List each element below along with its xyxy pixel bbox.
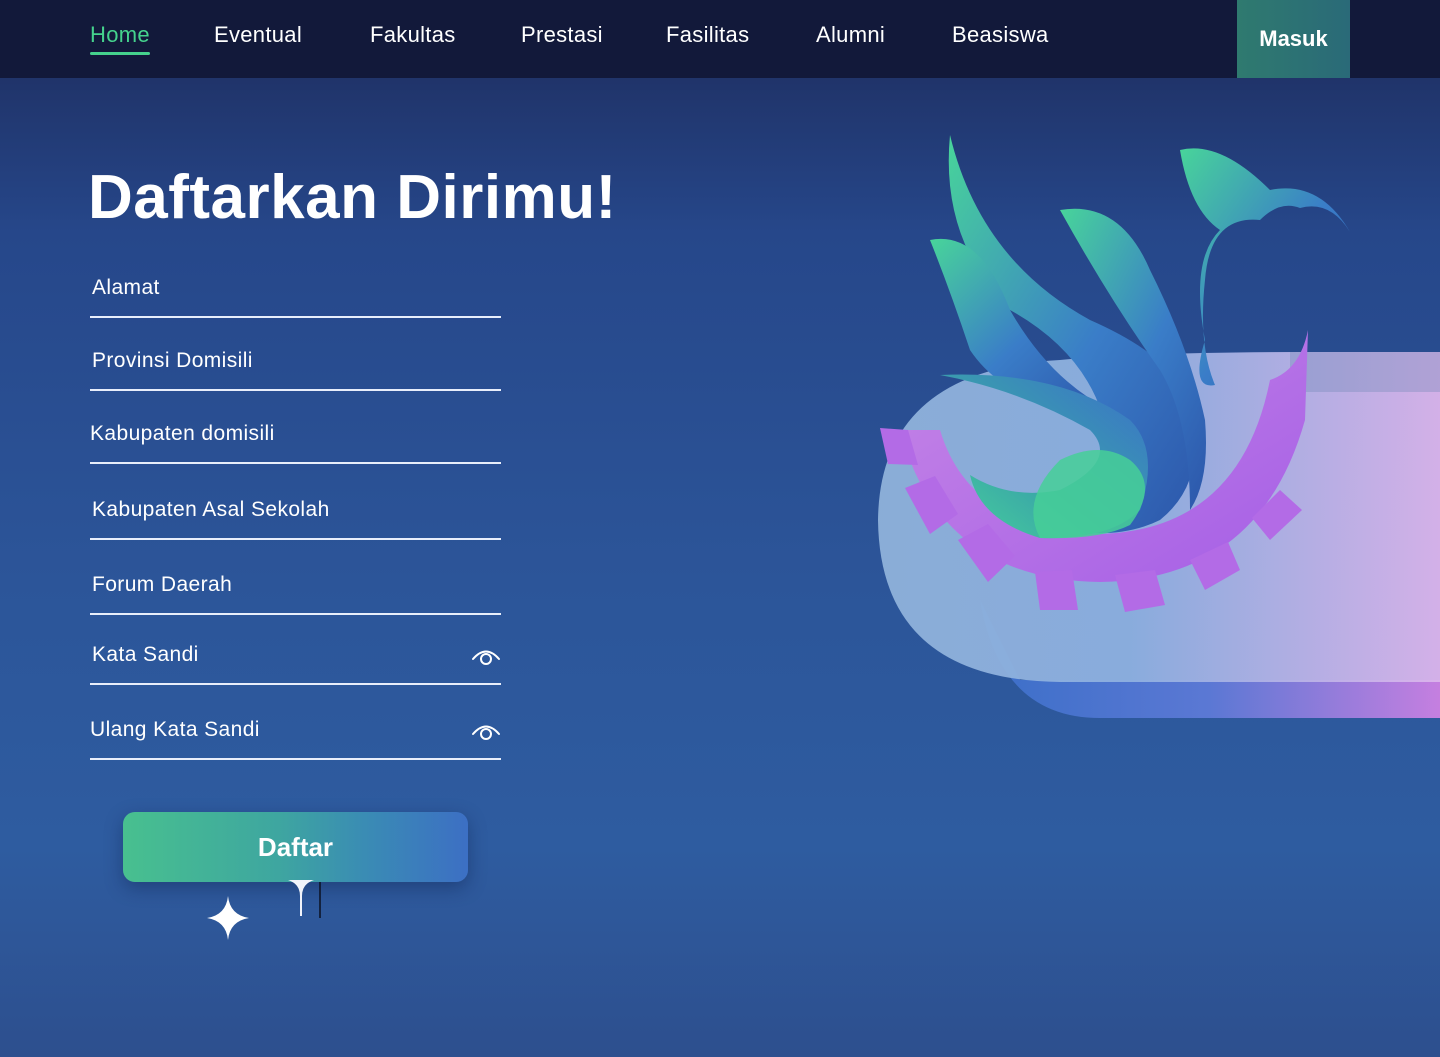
eye-icon[interactable] <box>471 720 501 744</box>
password-input[interactable] <box>90 633 501 683</box>
confirm-password-field[interactable]: Ulang Kata Sandi <box>90 708 501 760</box>
address-field[interactable]: Alamat <box>90 266 501 318</box>
page-title: Daftarkan Dirimu! <box>88 163 617 232</box>
nav-item-eventual[interactable]: Eventual <box>214 22 302 48</box>
regency-input[interactable] <box>90 412 501 462</box>
register-button[interactable]: Daftar <box>123 812 468 882</box>
nav-item-home[interactable]: Home <box>90 22 150 55</box>
drip-decoration <box>288 880 321 918</box>
password-field[interactable]: Kata Sandi <box>90 633 501 685</box>
nav-item-fakultas[interactable]: Fakultas <box>370 22 456 48</box>
address-input[interactable] <box>90 266 501 316</box>
province-field[interactable]: Provinsi Domisili <box>90 339 501 391</box>
province-input[interactable] <box>90 339 501 389</box>
top-navbar: Home Eventual Fakultas Prestasi Fasilita… <box>0 0 1440 78</box>
eye-icon[interactable] <box>471 645 501 669</box>
login-button[interactable]: Masuk <box>1237 0 1350 78</box>
confirm-password-input[interactable] <box>90 708 501 758</box>
nav-item-fasilitas[interactable]: Fasilitas <box>666 22 749 48</box>
regional-forum-input[interactable] <box>90 563 501 613</box>
nav-item-beasiswa[interactable]: Beasiswa <box>952 22 1049 48</box>
nav-item-prestasi[interactable]: Prestasi <box>521 22 603 48</box>
regional-forum-field[interactable]: Forum Daerah <box>90 563 501 615</box>
phoenix-gear-illustration <box>878 135 1440 718</box>
school-regency-input[interactable] <box>90 488 501 538</box>
school-regency-field[interactable]: Kabupaten Asal Sekolah <box>90 488 501 540</box>
regency-field[interactable]: Kabupaten domisili <box>90 412 501 464</box>
sparkle-icon <box>207 896 249 940</box>
nav-item-alumni[interactable]: Alumni <box>816 22 885 48</box>
